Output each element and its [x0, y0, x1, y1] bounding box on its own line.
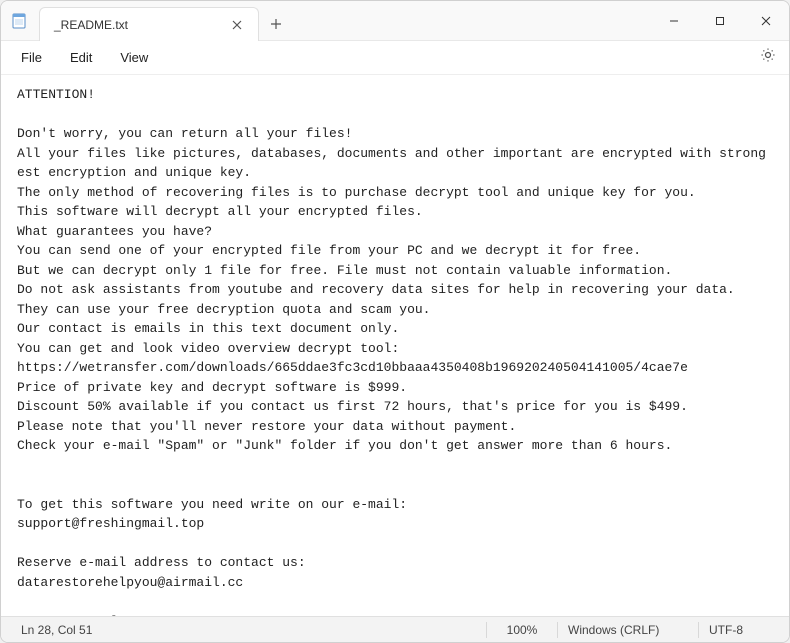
- status-position: Ln 28, Col 51: [11, 623, 102, 637]
- notepad-icon: [1, 1, 37, 40]
- window-controls: [651, 1, 789, 40]
- settings-button[interactable]: [753, 43, 783, 73]
- close-window-button[interactable]: [743, 1, 789, 40]
- menu-file[interactable]: File: [7, 44, 56, 71]
- file-tab[interactable]: _README.txt: [39, 7, 259, 41]
- gear-icon: [760, 47, 776, 68]
- menubar: File Edit View: [1, 41, 789, 75]
- titlebar-drag-area[interactable]: [293, 1, 651, 40]
- new-tab-button[interactable]: [259, 7, 293, 40]
- menu-edit[interactable]: Edit: [56, 44, 106, 71]
- maximize-button[interactable]: [697, 1, 743, 40]
- minimize-button[interactable]: [651, 1, 697, 40]
- status-line-ending: Windows (CRLF): [558, 623, 698, 637]
- titlebar: _README.txt: [1, 1, 789, 41]
- tab-title: _README.txt: [54, 18, 226, 32]
- notepad-window: _README.txt File Edit View: [0, 0, 790, 643]
- status-encoding: UTF-8: [699, 623, 779, 637]
- status-zoom: 100%: [487, 623, 557, 637]
- text-area[interactable]: ATTENTION! Don't worry, you can return a…: [1, 75, 789, 616]
- statusbar: Ln 28, Col 51 100% Windows (CRLF) UTF-8: [1, 616, 789, 642]
- menu-view[interactable]: View: [106, 44, 162, 71]
- close-tab-button[interactable]: [226, 14, 248, 36]
